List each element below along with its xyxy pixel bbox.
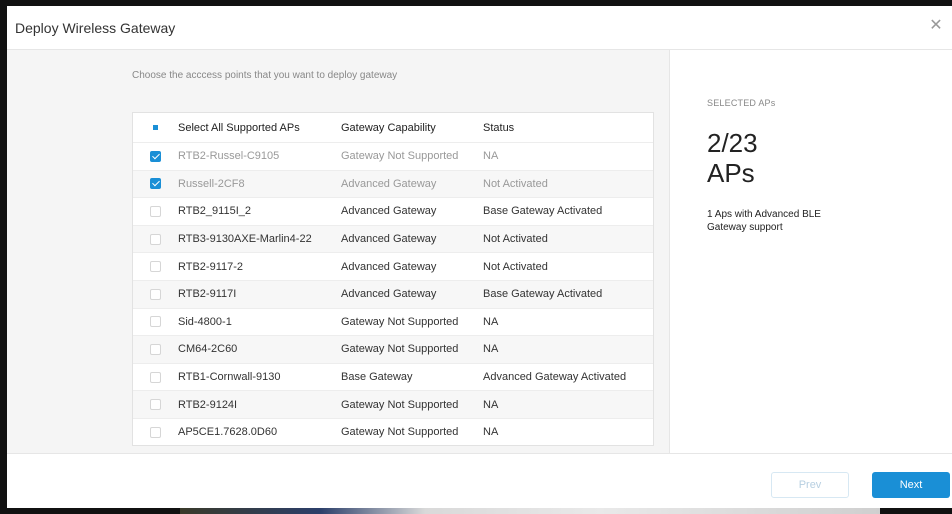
row-checkbox-cell xyxy=(133,426,178,438)
ap-name: RTB2-Russel-C9105 xyxy=(178,150,280,163)
table-row[interactable]: RTB2_9115I_2 Advanced Gateway Base Gateway… xyxy=(133,198,653,226)
column-header-capability: Gateway Capability xyxy=(341,121,436,134)
modal-header: Deploy Wireless Gateway ✕ xyxy=(7,6,952,50)
ap-selection-panel: Choose the acccess points that you want … xyxy=(7,50,669,453)
ap-name: RTB2-9117-2 xyxy=(178,260,244,273)
ap-name: RTB3-9130AXE-Marlin4-22 xyxy=(178,233,312,246)
ap-name: RTB2_9115I_2 xyxy=(178,205,251,218)
close-icon[interactable]: ✕ xyxy=(928,18,944,34)
row-checkbox-cell xyxy=(133,178,178,190)
gateway-status: NA xyxy=(483,426,499,439)
select-all-cell xyxy=(133,122,178,133)
gateway-status: Base Gateway Activated xyxy=(483,288,603,301)
gateway-status: Not Activated xyxy=(483,177,548,190)
ap-name: CM64-2C60 xyxy=(178,343,238,356)
selected-aps-note: 1 Aps with Advanced BLE Gateway support xyxy=(707,209,821,233)
gateway-capability: Gateway Not Supported xyxy=(341,150,459,163)
row-checkbox-cell xyxy=(133,261,178,273)
ap-name: RTB1-Cornwall-9130 xyxy=(178,371,281,384)
row-checkbox[interactable] xyxy=(150,178,161,190)
gateway-status: NA xyxy=(483,343,499,356)
gateway-capability: Advanced Gateway xyxy=(341,260,437,273)
ap-name: RTB2-9117I xyxy=(178,288,237,301)
row-checkbox[interactable] xyxy=(150,371,161,383)
gateway-status: NA xyxy=(483,150,499,163)
gateway-status: Advanced Gateway Activated xyxy=(483,371,627,384)
instruction-text: Choose the acccess points that you want … xyxy=(132,70,398,81)
row-checkbox-cell xyxy=(133,343,178,355)
prev-button[interactable]: Prev xyxy=(771,472,849,498)
selected-aps-count: 2/23 xyxy=(707,128,758,158)
selected-aps-unit: APs xyxy=(707,158,755,188)
column-header-select-all[interactable]: Select All Supported APs xyxy=(178,122,341,134)
gateway-capability: Advanced Gateway xyxy=(341,288,437,301)
table-row[interactable]: RTB2-9117-2 Advanced Gateway Not Activated xyxy=(133,253,653,281)
row-checkbox-cell xyxy=(133,233,178,245)
ap-table: Select All Supported APs Gateway Capabil… xyxy=(132,112,654,446)
gateway-capability: Gateway Not Supported xyxy=(341,343,459,356)
row-checkbox-cell xyxy=(133,371,178,383)
ap-name: RTB2-9124I xyxy=(178,398,238,411)
table-row[interactable]: RTB2-9117I Advanced Gateway Base Gateway A… xyxy=(133,281,653,309)
table-row[interactable]: RTB2-9124I Gateway Not Supported NA xyxy=(133,391,653,419)
gateway-capability: Gateway Not Supported xyxy=(341,315,459,328)
row-checkbox[interactable] xyxy=(150,399,161,411)
ap-name: Sid-4800-1 xyxy=(178,315,232,328)
row-checkbox[interactable] xyxy=(150,343,161,355)
row-checkbox[interactable] xyxy=(150,288,161,300)
table-row[interactable]: CM64-2C60 Gateway Not Supported NA xyxy=(133,336,653,364)
table-row[interactable]: AP5CE1.7628.0D60 Gateway Not Supported NA xyxy=(133,419,653,445)
row-checkbox[interactable] xyxy=(150,426,161,438)
gateway-capability: Gateway Not Supported xyxy=(341,426,459,439)
table-row[interactable]: Russell-2CF8 Advanced Gateway Not Activate… xyxy=(133,170,653,199)
gateway-capability: Base Gateway xyxy=(341,371,413,384)
gateway-capability: Advanced Gateway xyxy=(341,205,437,218)
gateway-status: NA xyxy=(483,398,499,411)
gateway-capability: Gateway Not Supported xyxy=(341,398,459,411)
next-button[interactable]: Next xyxy=(872,472,950,498)
modal-title: Deploy Wireless Gateway xyxy=(15,20,176,36)
table-row[interactable]: Sid-4800-1 Gateway Not Supported NA xyxy=(133,309,653,337)
row-checkbox[interactable] xyxy=(150,316,161,328)
ap-name: AP5CE1.7628.0D60 xyxy=(178,426,278,439)
modal-footer: Prev Next xyxy=(7,453,952,508)
table-row[interactable]: RTB1-Cornwall-9130 Base Gateway Advanced G… xyxy=(133,364,653,392)
row-checkbox-cell xyxy=(133,399,178,411)
row-checkbox-cell xyxy=(133,316,178,328)
column-header-status: Status xyxy=(483,121,515,134)
row-checkbox-cell xyxy=(133,205,178,217)
row-checkbox[interactable] xyxy=(150,205,161,217)
selected-aps-label: SELECTED APs xyxy=(707,98,776,108)
row-checkbox[interactable] xyxy=(150,150,161,162)
row-checkbox[interactable] xyxy=(150,233,161,245)
gateway-capability: Advanced Gateway xyxy=(341,233,437,246)
gateway-status: NA xyxy=(483,315,499,328)
selection-summary-panel: SELECTED APs 2/23 APs 1 Aps with Advance… xyxy=(669,50,952,453)
row-checkbox[interactable] xyxy=(150,261,161,273)
gateway-capability: Advanced Gateway xyxy=(341,177,437,190)
row-checkbox-cell xyxy=(133,150,178,162)
gateway-status: Not Activated xyxy=(483,260,548,273)
table-row[interactable]: RTB2-Russel-C9105 Gateway Not Supported NA xyxy=(133,143,653,171)
table-row[interactable]: RTB3-9130AXE-Marlin4-22 Advanced Gateway N… xyxy=(133,225,653,254)
select-all-checkbox[interactable] xyxy=(150,122,161,133)
gateway-status: Not Activated xyxy=(483,233,548,246)
row-checkbox-cell xyxy=(133,288,178,300)
ap-name: Russell-2CF8 xyxy=(178,177,245,190)
table-header: Select All Supported APs Gateway Capabil… xyxy=(133,113,653,143)
gateway-status: Base Gateway Activated xyxy=(483,205,603,218)
deploy-gateway-modal: Deploy Wireless Gateway ✕ Choose the acc… xyxy=(7,6,952,508)
